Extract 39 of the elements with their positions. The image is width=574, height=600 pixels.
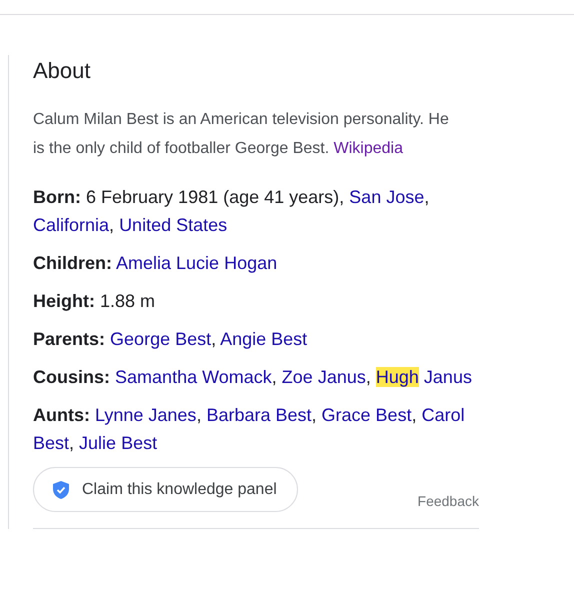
fact-value: 1.88 m [100, 291, 156, 311]
fact-link[interactable]: United States [119, 215, 228, 235]
fact-value: , [196, 405, 202, 425]
fact-link[interactable]: Amelia Lucie Hogan [116, 253, 278, 273]
fact-value: , [109, 215, 116, 235]
fact-link[interactable]: Hugh [376, 367, 419, 387]
fact-label: Children: [33, 253, 112, 273]
fact-link[interactable]: Angie Best [220, 329, 308, 349]
fact-label: Aunts: [33, 405, 90, 425]
fact-link[interactable]: Best [33, 433, 70, 453]
fact-value: 6 February 1981 (age 41 years), [86, 187, 346, 207]
fact-value: , [412, 405, 418, 425]
fact-link[interactable]: San Jose [349, 187, 424, 207]
fact-label: Parents: [33, 329, 106, 349]
fact-link[interactable]: Lynne Janes [95, 405, 196, 425]
fact-label: Born: [33, 187, 81, 207]
feedback-link[interactable]: Feedback [418, 493, 479, 509]
fact-link[interactable]: Grace Best [322, 405, 412, 425]
fact-link[interactable]: Zoe Janus [282, 367, 366, 387]
claim-button[interactable]: Claim this knowledge panel [33, 467, 298, 512]
description: Calum Milan Best is an American television personality. He is the only child of footballer George Best. Wikipedia [33, 110, 450, 159]
fact-value: , [211, 329, 218, 349]
fact-link[interactable]: California [33, 215, 110, 235]
fact-value: , [312, 405, 318, 425]
fact-value: , [366, 367, 372, 387]
fact-link[interactable]: Carol [422, 405, 465, 425]
fact-value: , [272, 367, 278, 387]
fact-label: Height: [33, 291, 95, 311]
section-title: About [33, 57, 92, 85]
fact-link[interactable]: George Best [110, 329, 212, 349]
fact-link[interactable]: Samantha Womack [115, 367, 272, 387]
fact-link[interactable]: Janus [424, 367, 472, 387]
fact-value: , [69, 433, 76, 453]
shield-check-icon [53, 480, 69, 498]
fact-value: , [424, 187, 430, 207]
fact-link[interactable]: Barbara Best [206, 405, 312, 425]
fact-link[interactable]: Julie Best [79, 433, 158, 453]
fact-label: Cousins: [33, 367, 110, 387]
source-link[interactable]: Wikipedia [334, 140, 403, 157]
